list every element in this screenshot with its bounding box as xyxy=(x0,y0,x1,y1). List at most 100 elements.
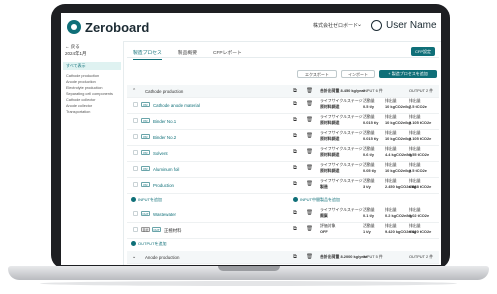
chevron-down-icon[interactable]: ⌄ xyxy=(357,21,362,28)
add-output-section[interactable]: OUTPUTを追加 xyxy=(127,239,439,248)
row-name-link[interactable]: Wastewater xyxy=(153,212,176,217)
add-input-link[interactable]: INPUTを追加 xyxy=(138,197,162,203)
copy-icon[interactable]: ⧉ xyxy=(293,149,297,156)
row-checkbox[interactable] xyxy=(133,150,138,155)
table-row[interactable]: PR Solvent ⧉ 🗑 ライフサイクルステージ 原材料調達 活動量 0.6 t/y 排出量… xyxy=(127,145,439,162)
plus-circle-icon[interactable] xyxy=(131,241,136,246)
row-name: 正極材料 xyxy=(164,227,182,233)
row-tag: PR xyxy=(141,150,150,155)
copy-icon[interactable]: ⧉ xyxy=(293,210,297,217)
trash-icon[interactable]: 🗑 xyxy=(306,133,313,139)
activity-label: 活動量 xyxy=(363,207,375,212)
tab-process[interactable]: 製造プロセス xyxy=(133,49,162,60)
sidebar-item[interactable]: Electrolyte production xyxy=(66,86,103,90)
import-button[interactable]: インポート xyxy=(341,70,375,78)
add-input-mid-link[interactable]: INPUT中間製品を追加 xyxy=(300,197,340,203)
trash-icon[interactable]: 🗑 xyxy=(306,165,313,171)
add-process-button[interactable]: + 製造プロセスを追加 xyxy=(379,70,437,78)
trash-icon[interactable]: 🗑 xyxy=(306,88,313,94)
trash-icon[interactable]: 🗑 xyxy=(306,149,313,155)
factor-label: 排出量 xyxy=(385,223,397,228)
row-name-link[interactable]: Solvent xyxy=(153,151,168,156)
output-count: OUTPUT 2 件 xyxy=(409,87,434,93)
stage-label: ライフサイクルステージ xyxy=(320,207,363,212)
zeroboard-logo-icon xyxy=(67,20,81,34)
period-label: 2024年1月 xyxy=(65,51,87,56)
table-row[interactable]: PR Binder No.2 ⧉ 🗑 ライフサイクルステージ 原材料調達 活動量 0.015 … xyxy=(127,129,439,146)
trash-icon[interactable]: 🗑 xyxy=(306,181,313,187)
app-header: Zeroboard xyxy=(61,13,441,42)
row-checkbox[interactable] xyxy=(133,134,138,139)
chevron-down-icon[interactable]: ⌄ xyxy=(132,254,136,260)
factor-value: 10 kgCO2e/kg xyxy=(385,167,411,173)
trash-icon[interactable]: 🗑 xyxy=(306,117,313,123)
activity-value: 0.1 t/y xyxy=(363,212,375,218)
export-button[interactable]: エクスポート xyxy=(297,70,337,78)
copy-icon[interactable]: ⧉ xyxy=(293,165,297,172)
tab-cfp-report[interactable]: CFPレポート xyxy=(213,49,242,60)
table-row[interactable]: OUT Wastewater ⧉ 🗑 ライフサイクルステージ 廃棄 活動量 0.1 t/y 排出… xyxy=(127,206,439,223)
sidebar-item-all[interactable]: すべて表示 xyxy=(63,62,121,70)
row-name-link[interactable]: Aluminum foil xyxy=(153,167,179,172)
activity-label: 活動量 xyxy=(363,178,375,183)
row-name-link[interactable]: Binder No.2 xyxy=(153,135,176,140)
row-checkbox[interactable] xyxy=(133,166,138,171)
sidebar-item[interactable]: Cathode production xyxy=(66,74,99,78)
trash-icon[interactable]: 🗑 xyxy=(306,210,313,216)
sidebar-item[interactable]: Separating cell components xyxy=(66,92,113,96)
table-row[interactable]: PR Aluminum foil ⧉ 🗑 ライフサイクルステージ 原材料調達 活動量 0.05… xyxy=(127,161,439,178)
factor-value: 10 kgCO2e/kg xyxy=(385,119,411,125)
add-output-link[interactable]: OUTPUTを追加 xyxy=(138,241,166,247)
row-name-link[interactable]: Cathode anode material xyxy=(153,103,200,108)
emission-label: 排出量 xyxy=(409,98,421,103)
sidebar-item[interactable]: Anode collector xyxy=(66,104,92,108)
copy-icon[interactable]: ⧉ xyxy=(293,117,297,124)
sidebar-item[interactable]: Cathode collector xyxy=(66,98,96,102)
chevron-up-icon[interactable]: ⌃ xyxy=(132,88,136,94)
trash-icon[interactable]: 🗑 xyxy=(306,226,313,232)
tab-divider xyxy=(127,57,439,58)
copy-icon[interactable]: ⧉ xyxy=(293,254,297,261)
emission-value: 0.02 tCO2e xyxy=(409,212,430,218)
trash-icon[interactable]: 🗑 xyxy=(306,254,313,260)
copy-icon[interactable]: ⧉ xyxy=(293,101,297,108)
tab-product-summary[interactable]: 製品概要 xyxy=(178,49,197,60)
emission-value: 7.5 tCO2e xyxy=(409,103,427,109)
copy-icon[interactable]: ⧉ xyxy=(293,88,297,95)
sidebar-item[interactable]: Transportation xyxy=(66,110,90,114)
stage-label: ライフサイクルステージ xyxy=(320,146,363,151)
process-header-row[interactable]: ⌄ Anode production ⧉ 🗑 合計出荷量 8.2000 kg/y… xyxy=(127,251,439,264)
row-checkbox[interactable] xyxy=(133,227,138,232)
factor-label: 排出量 xyxy=(385,162,397,167)
stage-label: ライフサイクルステージ xyxy=(320,98,363,103)
row-checkbox[interactable] xyxy=(133,118,138,123)
add-input-section[interactable]: INPUTを追加 INPUT中間製品を追加 xyxy=(127,195,439,204)
user-name[interactable]: User Name xyxy=(386,20,437,31)
sidebar-item[interactable]: Anode production xyxy=(66,80,96,84)
factor-label: 排出量 xyxy=(385,178,397,183)
table-row[interactable]: PR Binder No.1 ⧉ 🗑 ライフサイクルステージ 原材料調達 活動量 0.015 … xyxy=(127,113,439,130)
plus-circle-icon[interactable] xyxy=(131,197,136,202)
activity-label: 活動量 xyxy=(363,146,375,151)
user-avatar-icon[interactable] xyxy=(371,20,382,31)
trash-icon[interactable]: 🗑 xyxy=(306,101,313,107)
table-row[interactable]: PR Production ⧉ 🗑 ライフサイクルステージ 製造 活動量 3 t/y 排出量 2.… xyxy=(127,177,439,194)
copy-icon[interactable]: ⧉ xyxy=(293,226,297,233)
emission-label: 排出量 xyxy=(409,130,421,135)
row-name-link[interactable]: Binder No.1 xyxy=(153,119,176,124)
row-checkbox[interactable] xyxy=(133,211,138,216)
row-tag: OUT xyxy=(152,227,161,232)
copy-icon[interactable]: ⧉ xyxy=(293,181,297,188)
table-row[interactable]: PR Cathode anode material ⧉ 🗑 ライフサイクルステージ 原材料… xyxy=(127,97,439,114)
row-checkbox[interactable] xyxy=(133,102,138,107)
table-row[interactable]: 自社 OUT 正極材料 ⧉ 🗑 評価対象 OFF 活動量 1 t/y 排出量 9.420 kgCO2… xyxy=(127,222,439,239)
stage-label: ライフサイクルステージ xyxy=(320,130,363,135)
emission-label: 排出量 xyxy=(409,178,421,183)
back-link[interactable]: ← 戻る xyxy=(65,44,80,50)
cfp-settings-button[interactable]: CFP設定 xyxy=(411,47,435,56)
tenant-selector[interactable]: 株式会社ゼロボード xyxy=(313,22,358,29)
row-checkbox[interactable] xyxy=(133,182,138,187)
row-name-link[interactable]: Production xyxy=(153,183,174,188)
copy-icon[interactable]: ⧉ xyxy=(293,133,297,140)
plus-circle-icon[interactable] xyxy=(293,197,298,202)
